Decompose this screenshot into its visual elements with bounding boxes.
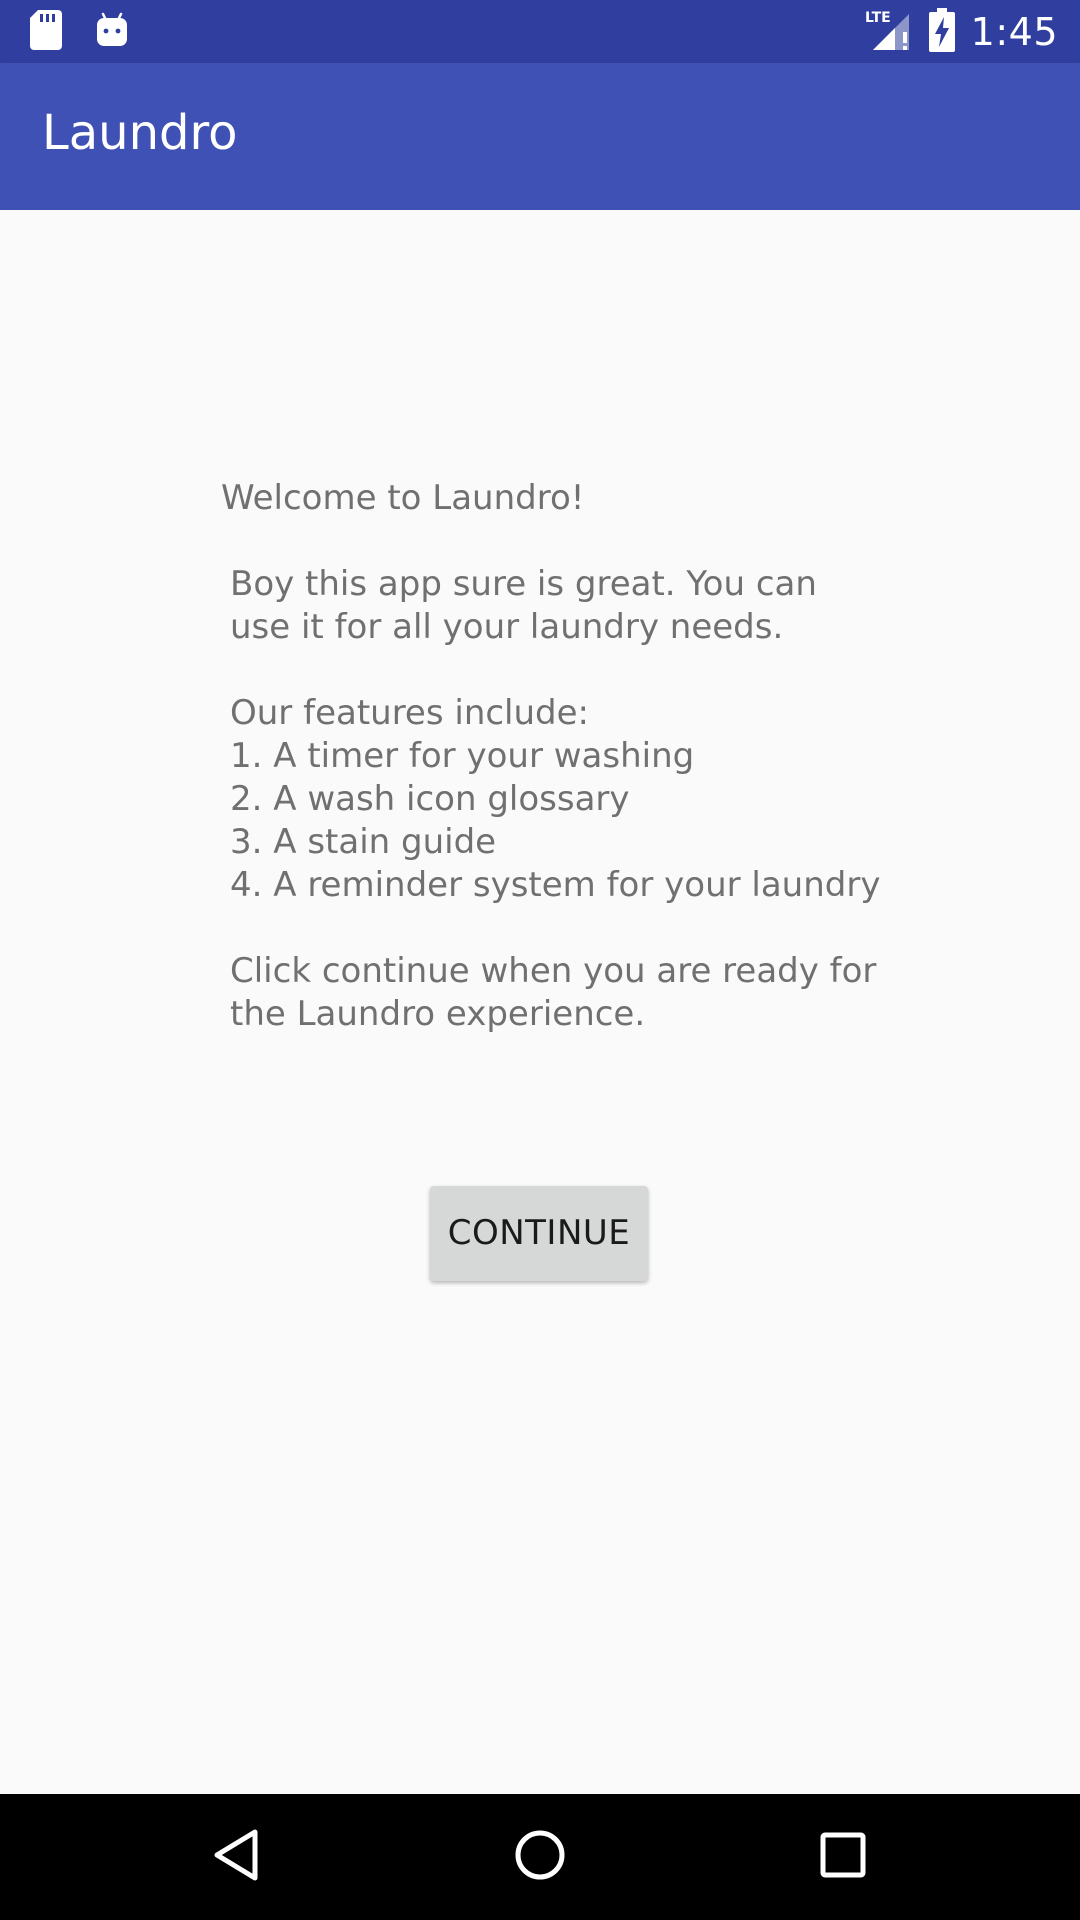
main-content: Welcome to Laundro! Boy this app sure is… (0, 210, 1080, 1794)
intro-line: use it for all your laundry needs. (230, 607, 784, 647)
battery-charging-icon (928, 8, 955, 56)
status-system: LTE 1:45 (865, 8, 1058, 56)
feature-item: 4. A reminder system for your laundry (230, 865, 881, 905)
welcome-message: Welcome to Laundro! Boy this app sure is… (221, 477, 901, 1036)
status-notifications (30, 10, 128, 54)
status-time: 1:45 (970, 10, 1058, 54)
outro-line: Click continue when you are ready for (230, 951, 877, 991)
navigation-bar (0, 1794, 1080, 1920)
recents-icon (820, 1832, 866, 1882)
features-heading: Our features include: (230, 693, 590, 733)
back-icon (213, 1829, 259, 1885)
sd-card-icon (30, 10, 62, 54)
recents-button[interactable] (803, 1822, 883, 1892)
feature-item: 3. A stain guide (230, 822, 497, 862)
continue-button[interactable]: CONTINUE (430, 1186, 648, 1281)
app-bar: Laundro (0, 63, 1080, 210)
feature-item: 1. A timer for your washing (230, 736, 695, 776)
intro-line: Boy this app sure is great. You can (230, 564, 817, 604)
app-title: Laundro (42, 105, 238, 161)
home-icon (514, 1829, 566, 1885)
lte-signal-icon: LTE (865, 8, 913, 56)
welcome-heading: Welcome to Laundro! (221, 478, 585, 518)
status-bar: LTE 1:45 (0, 0, 1080, 63)
outro-line: the Laundro experience. (230, 994, 646, 1034)
feature-item: 2. A wash icon glossary (230, 779, 630, 819)
home-button[interactable] (500, 1822, 580, 1892)
android-icon (96, 12, 128, 52)
svg-text:LTE: LTE (865, 10, 891, 26)
back-button[interactable] (196, 1822, 276, 1892)
